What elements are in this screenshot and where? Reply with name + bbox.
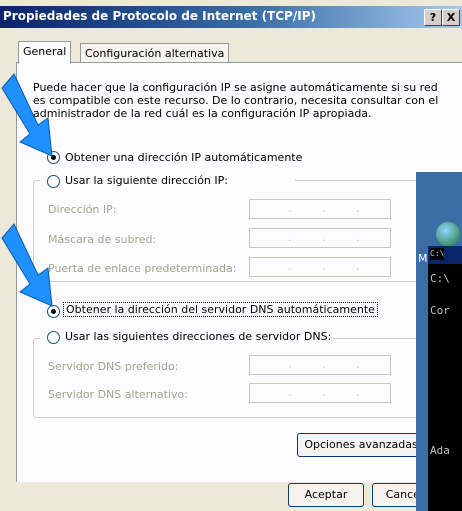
help-button[interactable]: ? [424, 9, 442, 26]
subnet-mask-label: Máscara de subred: [48, 233, 157, 246]
alternate-dns-label: Servidor DNS alternativo: [48, 388, 188, 401]
preferred-dns-field[interactable]: ... [249, 355, 391, 375]
pointer-arrow-icon [1, 73, 53, 157]
accept-button[interactable]: Aceptar [288, 483, 364, 507]
gateway-field[interactable]: ... [249, 257, 391, 277]
ip-address-label: Dirección IP: [48, 203, 117, 216]
window-title: Propiedades de Protocolo de Internet (TC… [3, 9, 316, 23]
radio-ip-manual[interactable] [47, 175, 60, 188]
advanced-options-button[interactable]: Opciones avanzadas [297, 433, 425, 457]
globe-icon [436, 222, 460, 246]
radio-ip-manual-label: Usar la siguiente dirección IP: [65, 174, 228, 187]
tcpip-properties-dialog: Propiedades de Protocolo de Internet (TC… [0, 0, 462, 511]
radio-dns-manual[interactable] [47, 331, 60, 344]
close-button[interactable]: X [442, 9, 460, 26]
description-text: Puede hacer que la configuración IP se a… [33, 81, 439, 120]
radio-dns-auto-label: Obtener la dirección del servidor DNS au… [63, 302, 378, 317]
cmd-line: Ada [430, 444, 450, 457]
radio-dns-manual-label: Usar las siguientes direcciones de servi… [65, 330, 332, 343]
tab-alternate-config[interactable]: Configuración alternativa [80, 43, 230, 64]
cmd-window-titlebar[interactable]: C:\ [428, 246, 462, 264]
pointer-arrow-icon [1, 223, 53, 307]
tab-general[interactable]: General [18, 41, 72, 64]
cmd-icon: C:\ [430, 248, 445, 260]
preferred-dns-label: Servidor DNS preferido: [48, 360, 179, 373]
desktop-side-letter: M [418, 252, 428, 265]
subnet-mask-field[interactable]: ... [249, 228, 391, 248]
dns-manual-group [33, 338, 448, 418]
gateway-label: Puerta de enlace predeterminada: [48, 262, 237, 275]
radio-ip-auto-label: Obtener una dirección IP automáticamente [65, 151, 303, 164]
cmd-window: C:\ Cor Ada [428, 264, 462, 511]
cmd-line: Cor [430, 304, 450, 317]
alternate-dns-field[interactable]: ... [249, 383, 391, 403]
ip-address-field[interactable]: ... [249, 199, 391, 219]
title-bar[interactable]: Propiedades de Protocolo de Internet (TC… [0, 6, 462, 28]
cmd-line: C:\ [430, 272, 450, 285]
